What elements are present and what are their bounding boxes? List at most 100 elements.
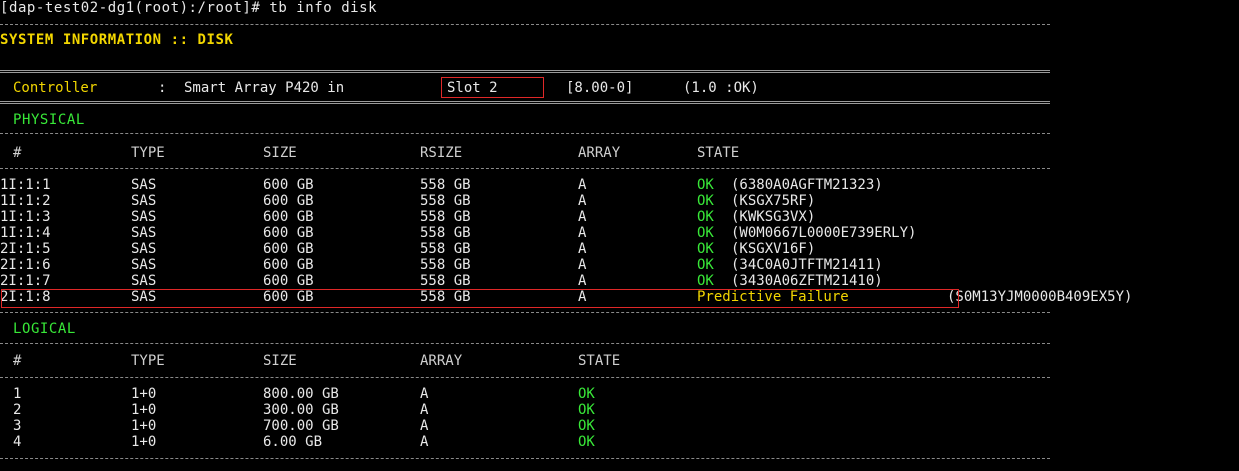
disk-rsize: 558 GB (420, 177, 471, 193)
disk-array: A (578, 225, 587, 241)
disk-type: SAS (131, 177, 157, 193)
separator-line (0, 458, 1050, 459)
disk-type: SAS (131, 257, 157, 273)
disk-serial: (S0M13YJM0000B409EX5Y) (947, 289, 1133, 305)
separator-line (0, 24, 1050, 25)
disk-serial: (KWKSG3VX) (731, 209, 816, 225)
disk-array: A (578, 193, 587, 209)
disk-size: 600 GB (263, 225, 314, 241)
volume-state: OK (578, 434, 595, 450)
volume-size: 6.00 GB (263, 434, 323, 450)
controller-firmware: [8.00-0] (566, 80, 634, 96)
disk-type: SAS (131, 273, 157, 289)
disk-size: 600 GB (263, 273, 314, 289)
physical-col-state: STATE (697, 145, 740, 161)
disk-array: A (578, 273, 587, 289)
volume-array: A (420, 418, 429, 434)
volume-state: OK (578, 402, 595, 418)
volume-type: 1+0 (131, 418, 157, 434)
disk-type: SAS (131, 241, 157, 257)
physical-col-size: SIZE (263, 145, 297, 161)
separator-line (0, 377, 1050, 378)
physical-heading: PHYSICAL (13, 112, 85, 128)
controller-separator: : (158, 80, 167, 96)
disk-serial: (6380A0AGFTM21323) (731, 177, 883, 193)
physical-col-type: TYPE (131, 145, 165, 161)
disk-type: SAS (131, 193, 157, 209)
disk-serial: (3430A06ZFTM21410) (731, 273, 883, 289)
volume-id: 4 (13, 434, 22, 450)
disk-state: OK (697, 273, 714, 289)
volume-array: A (420, 386, 429, 402)
disk-rsize: 558 GB (420, 273, 471, 289)
disk-size: 600 GB (263, 177, 314, 193)
volume-size: 300.00 GB (263, 402, 339, 418)
disk-array: A (578, 241, 587, 257)
disk-array: A (578, 209, 587, 225)
volume-array: A (420, 402, 429, 418)
disk-array: A (578, 177, 587, 193)
logical-col-id: # (13, 353, 22, 369)
failed-disk-highlight-box (1, 289, 959, 308)
disk-id: 2I:1:6 (0, 257, 51, 273)
slot-highlight-box (441, 77, 544, 98)
disk-id: 1I:1:1 (0, 177, 51, 193)
disk-state: OK (697, 193, 714, 209)
separator-line (0, 168, 1050, 169)
disk-rsize: 558 GB (420, 209, 471, 225)
disk-serial: (KSGXV16F) (731, 241, 816, 257)
disk-serial: (34C0A0JTFTM21411) (731, 257, 883, 273)
disk-rsize: 558 GB (420, 257, 471, 273)
volume-state: OK (578, 418, 595, 434)
disk-array: A (578, 257, 587, 273)
disk-id: 2I:1:7 (0, 273, 51, 289)
disk-rsize: 558 GB (420, 225, 471, 241)
disk-rsize: 558 GB (420, 193, 471, 209)
volume-state: OK (578, 386, 595, 402)
volume-array: A (420, 434, 429, 450)
disk-state: OK (697, 225, 714, 241)
volume-size: 700.00 GB (263, 418, 339, 434)
logical-col-state: STATE (578, 353, 621, 369)
command-prompt: [dap-test02-dg1(root):/root]# tb info di… (0, 0, 378, 16)
disk-type: SAS (131, 225, 157, 241)
separator-line (0, 343, 1050, 344)
controller-model: Smart Array P420 in (184, 80, 345, 96)
controller-status: (1.0 :OK) (683, 80, 759, 96)
disk-rsize: 558 GB (420, 241, 471, 257)
disk-id: 1I:1:2 (0, 193, 51, 209)
logical-col-size: SIZE (263, 353, 297, 369)
disk-serial: (KSGX75RF) (731, 193, 816, 209)
volume-type: 1+0 (131, 402, 157, 418)
disk-size: 600 GB (263, 193, 314, 209)
disk-state: OK (697, 209, 714, 225)
disk-state: OK (697, 257, 714, 273)
page-title: SYSTEM INFORMATION :: DISK (0, 32, 234, 48)
separator-line (0, 133, 1050, 134)
disk-type: SAS (131, 209, 157, 225)
disk-id: 1I:1:3 (0, 209, 51, 225)
separator-line (0, 70, 1050, 73)
volume-id: 1 (13, 386, 22, 402)
disk-state: OK (697, 241, 714, 257)
separator-line (0, 312, 1050, 313)
disk-id: 1I:1:4 (0, 225, 51, 241)
separator-line (0, 101, 1050, 104)
logical-col-array: ARRAY (420, 353, 463, 369)
physical-col-array: ARRAY (578, 145, 621, 161)
logical-heading: LOGICAL (13, 321, 76, 337)
disk-id: 2I:1:5 (0, 241, 51, 257)
volume-size: 800.00 GB (263, 386, 339, 402)
physical-col-rsize: RSIZE (420, 145, 463, 161)
controller-label: Controller (13, 80, 98, 96)
volume-type: 1+0 (131, 386, 157, 402)
logical-col-type: TYPE (131, 353, 165, 369)
volume-type: 1+0 (131, 434, 157, 450)
disk-serial: (W0M0667L0000E739ERLY) (731, 225, 917, 241)
disk-size: 600 GB (263, 257, 314, 273)
disk-size: 600 GB (263, 241, 314, 257)
physical-col-id: # (13, 145, 22, 161)
volume-id: 3 (13, 418, 22, 434)
disk-size: 600 GB (263, 209, 314, 225)
volume-id: 2 (13, 402, 22, 418)
